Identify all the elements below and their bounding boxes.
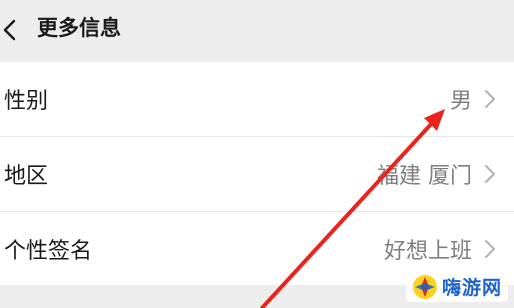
row-label: 性别	[4, 89, 49, 114]
row-label: 地区	[4, 164, 49, 189]
watermark-logo-icon	[412, 274, 437, 299]
chevron-right-icon	[485, 165, 495, 183]
chevron-right-icon	[485, 240, 495, 258]
row-value: 男	[449, 89, 472, 114]
page-title: 更多信息	[37, 16, 121, 40]
row-value: 好想上班	[383, 239, 472, 264]
row-label: 个性签名	[4, 239, 93, 264]
row-value: 福建 厦门	[377, 164, 472, 189]
chevron-right-icon	[485, 90, 495, 108]
watermark: 嗨游网	[405, 271, 508, 302]
info-list: 性别 男 地区 福建 厦门 个性签名 好想上班	[0, 62, 514, 285]
row-region[interactable]: 地区 福建 厦门	[0, 137, 514, 211]
top-bar: 更多信息	[0, 0, 514, 60]
watermark-text: 嗨游网	[441, 277, 502, 299]
row-gender[interactable]: 性别 男	[0, 62, 514, 136]
chevron-left-icon[interactable]	[2, 18, 18, 42]
